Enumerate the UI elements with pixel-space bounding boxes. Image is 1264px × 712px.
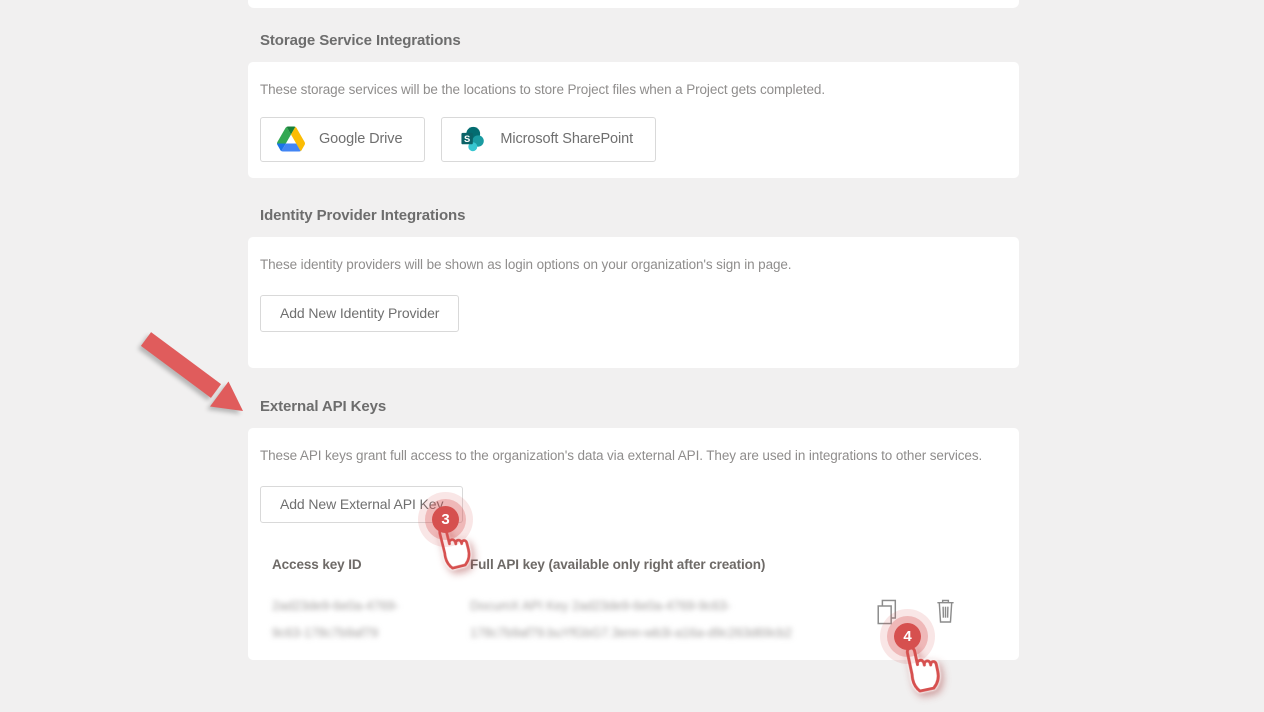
storage-section-title: Storage Service Integrations <box>260 32 461 49</box>
api-keys-table-header: Access key ID Full API key (available on… <box>272 557 995 572</box>
copy-icon <box>875 598 899 626</box>
step-3-badge: 3 <box>432 506 459 533</box>
google-drive-label: Google Drive <box>319 131 402 147</box>
copy-api-key-button[interactable] <box>875 598 899 626</box>
api-key-table-row: 2ad23de9-6e0a-4769- 9c63-178c7b9af79 Doc… <box>272 592 995 646</box>
api-keys-section-title: External API Keys <box>260 398 386 415</box>
sharepoint-icon: S <box>458 126 486 152</box>
svg-text:S: S <box>464 134 470 144</box>
full-api-key-blurred-line: DocumX API Key 2ad23de9-6e0a-4769-9c63- <box>470 592 860 619</box>
sharepoint-label: Microsoft SharePoint <box>500 131 633 147</box>
full-api-key-column-header: Full API key (available only right after… <box>470 557 995 572</box>
api-keys-section-description: These API keys grant full access to the … <box>260 447 1007 466</box>
access-key-blurred-line: 2ad23de9-6e0a-4769- <box>272 592 442 619</box>
access-key-id-cell: 2ad23de9-6e0a-4769- 9c63-178c7b9af79 <box>272 592 470 646</box>
identity-section-title: Identity Provider Integrations <box>260 207 465 224</box>
storage-section-description: These storage services will be the locat… <box>260 81 1007 100</box>
add-identity-provider-button[interactable]: Add New Identity Provider <box>260 295 459 332</box>
previous-card-bottom-strip <box>248 0 1019 8</box>
identity-section-card: These identity providers will be shown a… <box>248 237 1019 368</box>
settings-integrations-page: Storage Service Integrations These stora… <box>0 0 1264 712</box>
identity-section-description: These identity providers will be shown a… <box>260 256 1007 275</box>
google-drive-button[interactable]: Google Drive <box>260 117 425 162</box>
sharepoint-button[interactable]: S Microsoft SharePoint <box>441 117 656 162</box>
storage-provider-row: Google Drive S Microsoft SharePoint <box>260 117 1007 162</box>
trash-icon <box>935 598 959 624</box>
google-drive-icon <box>277 126 305 152</box>
step-4-badge: 4 <box>894 623 921 650</box>
full-api-key-blurred-line: 178c7b9af79.buYfGbG7.3enn-wb3i-a16a-d9c2… <box>470 619 860 646</box>
red-arrow-annotation <box>136 327 248 417</box>
access-key-blurred-line: 9c63-178c7b9af79 <box>272 619 442 646</box>
storage-section-card: These storage services will be the locat… <box>248 62 1019 178</box>
delete-api-key-button[interactable] <box>935 598 959 626</box>
